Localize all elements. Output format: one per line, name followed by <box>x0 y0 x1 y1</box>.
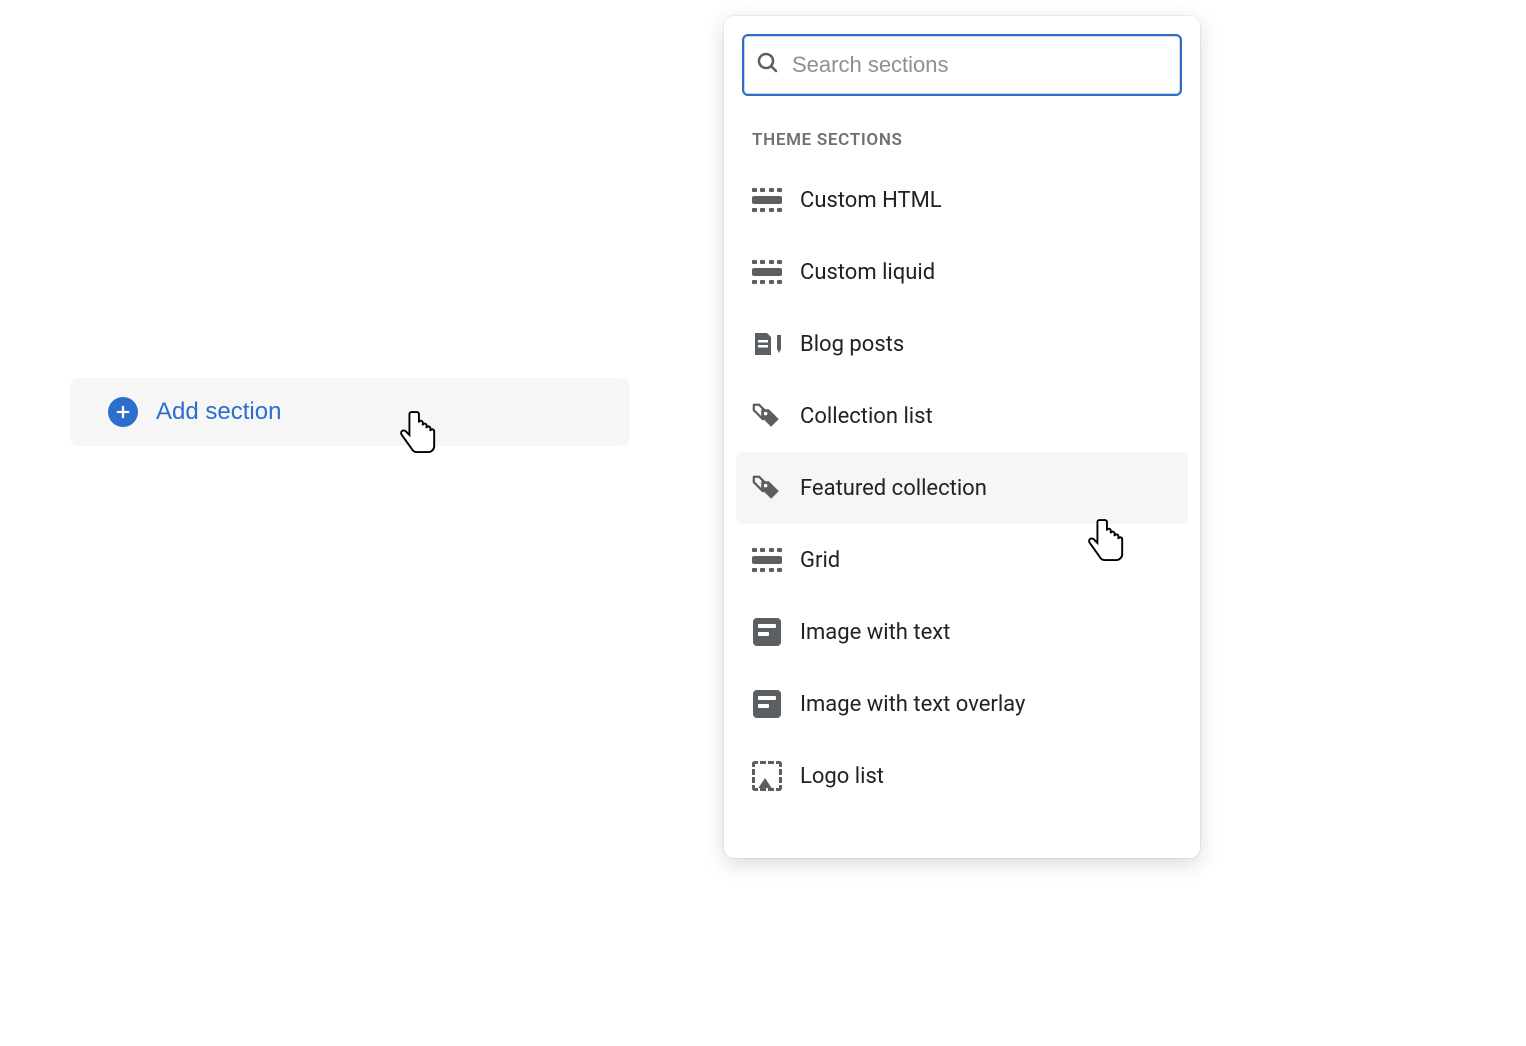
blog-icon <box>752 329 782 359</box>
logo-dashed-icon <box>752 761 782 791</box>
sections-list: Custom HTML Custom liquid Blog posts Coll… <box>724 164 1200 812</box>
section-item-label: Featured collection <box>800 476 987 501</box>
section-item[interactable]: Image with text <box>724 596 1200 668</box>
section-item-label: Image with text overlay <box>800 692 1025 717</box>
sections-popover: THEME SECTIONS Custom HTML Custom liquid … <box>724 16 1200 858</box>
section-item[interactable]: Custom liquid <box>724 236 1200 308</box>
section-item[interactable]: Collection list <box>724 380 1200 452</box>
section-item[interactable]: Blog posts <box>724 308 1200 380</box>
search-box[interactable] <box>742 34 1182 96</box>
sections-heading: THEME SECTIONS <box>724 96 1200 164</box>
section-dashed-icon <box>752 257 782 287</box>
tag-multi-icon <box>752 401 782 431</box>
section-item[interactable]: Grid <box>724 524 1200 596</box>
plus-circle-icon <box>108 397 138 427</box>
section-item[interactable]: Featured collection <box>736 452 1188 524</box>
add-section-label: Add section <box>156 398 281 426</box>
section-item-label: Logo list <box>800 764 884 789</box>
search-icon <box>756 51 780 79</box>
section-dashed-icon <box>752 545 782 575</box>
add-section-button[interactable]: Add section <box>70 378 630 446</box>
section-item-label: Collection list <box>800 404 933 429</box>
text-block-icon <box>752 617 782 647</box>
section-dashed-icon <box>752 185 782 215</box>
section-item-label: Custom HTML <box>800 188 942 213</box>
section-item[interactable]: Image with text overlay <box>724 668 1200 740</box>
search-input[interactable] <box>792 52 1168 78</box>
text-block-icon <box>752 689 782 719</box>
section-item-label: Grid <box>800 548 840 573</box>
section-item[interactable]: Custom HTML <box>724 164 1200 236</box>
section-item-label: Image with text <box>800 620 950 645</box>
tag-multi-icon <box>752 473 782 503</box>
section-item[interactable]: Logo list <box>724 740 1200 812</box>
section-item-label: Custom liquid <box>800 260 935 285</box>
section-item-label: Blog posts <box>800 332 904 357</box>
